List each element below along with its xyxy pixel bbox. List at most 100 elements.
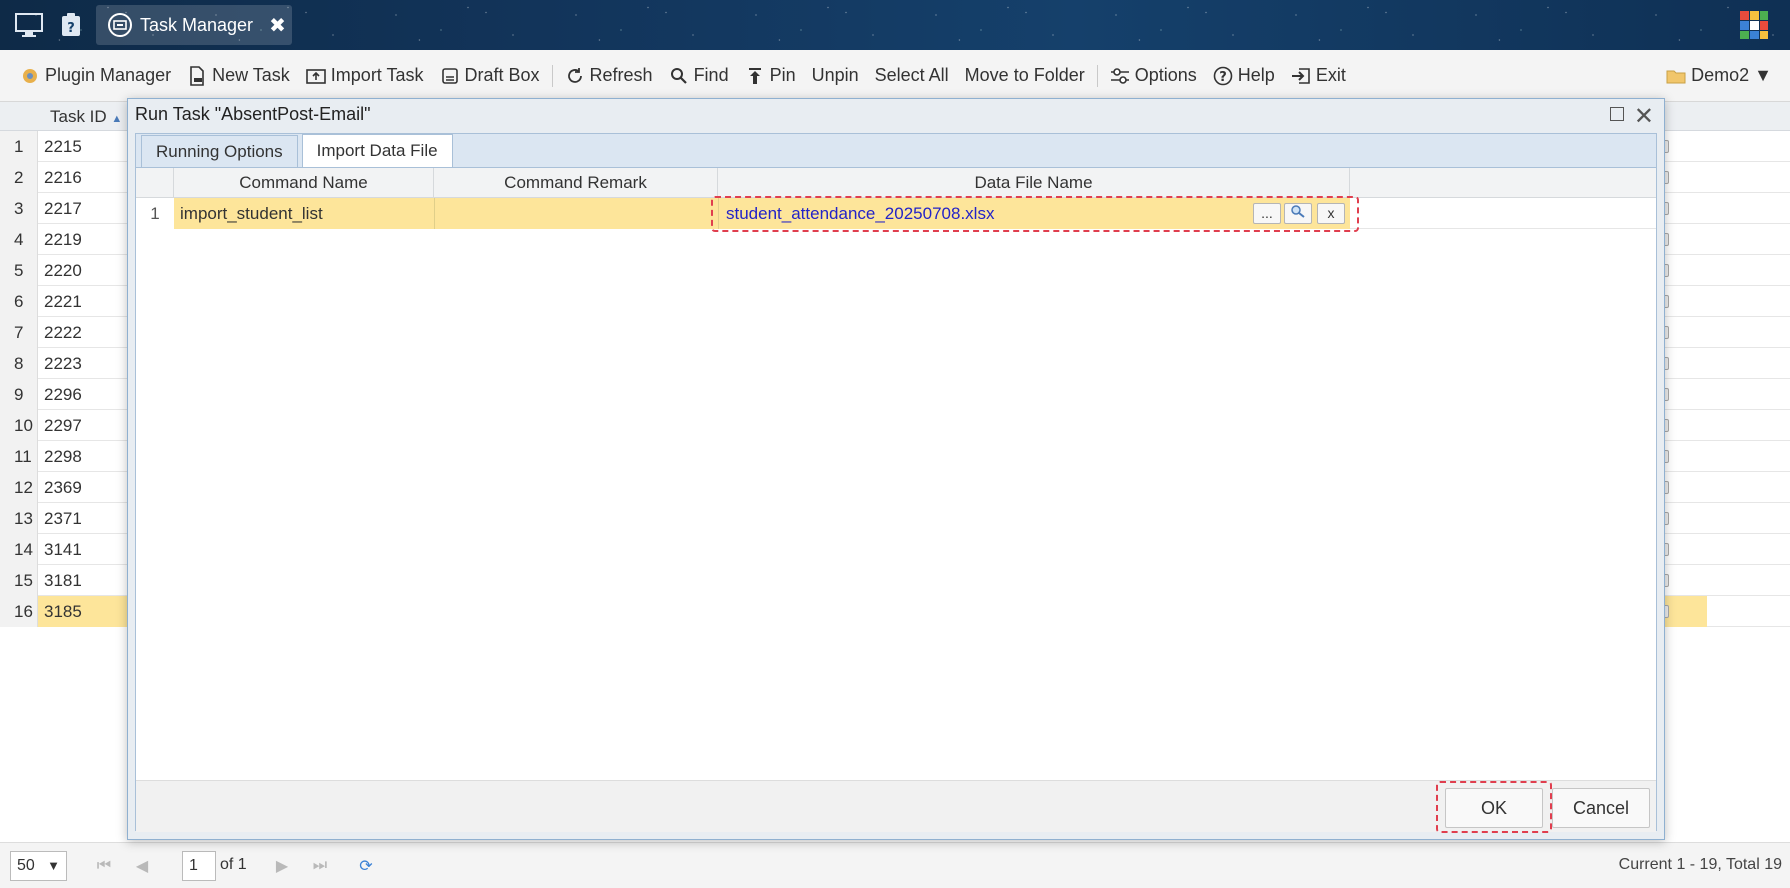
command-remark-header[interactable]: Command Remark: [434, 168, 718, 198]
pin-icon: [745, 66, 765, 86]
row-number-header: [136, 168, 174, 198]
pin-label: Pin: [769, 65, 796, 85]
task-id-cell[interactable]: 2220: [38, 255, 130, 286]
task-id-cell[interactable]: 2297: [38, 410, 130, 441]
plugin-icon: [20, 66, 40, 86]
options-label: Options: [1134, 65, 1197, 85]
options-icon: [1110, 66, 1130, 86]
unpin-label: Unpin: [811, 65, 859, 85]
pin-button[interactable]: Pin: [737, 58, 804, 94]
help-button[interactable]: ? Help: [1205, 58, 1283, 94]
import-task-label: Import Task: [330, 65, 424, 85]
refresh-icon: [565, 66, 585, 86]
task-id-cell[interactable]: 2371: [38, 503, 130, 534]
user-menu[interactable]: Demo2 ▼: [1658, 58, 1780, 94]
cancel-button[interactable]: Cancel: [1552, 788, 1650, 828]
draft-box-button[interactable]: Draft Box: [432, 58, 548, 94]
row-number: 4: [0, 224, 38, 255]
task-help-icon[interactable]: ?: [56, 10, 86, 40]
prev-page-icon[interactable]: ◀: [132, 856, 152, 876]
task-id-cell[interactable]: 3185: [38, 596, 130, 627]
chevron-down-icon: ▼: [47, 858, 60, 873]
task-id-cell[interactable]: 2219: [38, 224, 130, 255]
refresh-button[interactable]: Refresh: [557, 58, 661, 94]
next-page-icon[interactable]: ▶: [272, 856, 292, 876]
task-id-cell[interactable]: 3141: [38, 534, 130, 565]
svg-text:?: ?: [1219, 70, 1227, 85]
options-button[interactable]: Options: [1102, 58, 1205, 94]
row-number: 10: [0, 410, 38, 441]
maximize-icon[interactable]: [1610, 107, 1624, 121]
task-id-cell[interactable]: 2217: [38, 193, 130, 224]
find-button[interactable]: Find: [661, 58, 737, 94]
task-manager-tab[interactable]: Task Manager ✖: [96, 5, 292, 45]
exit-icon: [1291, 66, 1311, 86]
help-icon: ?: [1213, 66, 1233, 86]
page-size-select[interactable]: 50 ▼: [10, 851, 67, 881]
close-icon[interactable]: ✕: [1634, 102, 1654, 131]
task-id-column-header[interactable]: Task ID ▲: [38, 102, 130, 131]
reload-icon[interactable]: ⟳: [356, 856, 376, 876]
row-number: 1: [136, 198, 174, 229]
toolbar-divider: [1096, 64, 1098, 87]
row-number: 11: [0, 441, 38, 472]
command-name-cell[interactable]: import_student_list: [174, 198, 434, 229]
select-all-label: Select All: [874, 65, 949, 85]
tab-running-options[interactable]: Running Options: [141, 135, 298, 167]
plugin-manager-button[interactable]: Plugin Manager: [12, 58, 179, 94]
task-id-cell[interactable]: 2298: [38, 441, 130, 472]
row-number: 12: [0, 472, 38, 503]
row-number: 15: [0, 565, 38, 596]
command-remark-cell[interactable]: [434, 198, 718, 229]
unpin-button[interactable]: Unpin: [804, 58, 867, 94]
svg-text:?: ?: [67, 21, 75, 36]
row-number: 14: [0, 534, 38, 565]
tab-import-data-file[interactable]: Import Data File: [301, 134, 453, 167]
dialog-tabs: Running Options Import Data File: [141, 134, 457, 167]
run-task-dialog: Run Task "AbsentPost-Email" ✕ Running Op…: [127, 98, 1665, 840]
import-icon: [305, 66, 326, 86]
folder-icon: [1666, 66, 1686, 86]
new-task-button[interactable]: New Task: [179, 58, 298, 94]
import-grid-header: Command Name Command Remark Data File Na…: [136, 168, 1656, 198]
plugin-manager-label: Plugin Manager: [45, 65, 172, 85]
import-task-button[interactable]: Import Task: [298, 58, 432, 94]
command-name-header[interactable]: Command Name: [174, 168, 434, 198]
highlight-ok-box: [1436, 781, 1552, 833]
row-number: 13: [0, 503, 38, 534]
selected-row-fill: [1663, 596, 1707, 627]
row-number: 6: [0, 286, 38, 317]
task-id-cell[interactable]: 2221: [38, 286, 130, 317]
task-id-cell[interactable]: 2223: [38, 348, 130, 379]
task-id-cell[interactable]: 2216: [38, 162, 130, 193]
task-id-cell[interactable]: 3181: [38, 565, 130, 596]
new-task-label: New Task: [212, 65, 290, 85]
tab-close-icon[interactable]: ✖: [269, 13, 286, 38]
main-toolbar: Plugin Manager New Task Import Task Draf…: [0, 50, 1790, 102]
sort-asc-icon: ▲: [111, 113, 123, 125]
app-logo: [1738, 9, 1770, 41]
page-number-input[interactable]: 1: [182, 851, 216, 881]
data-file-name-header[interactable]: Data File Name: [718, 168, 1350, 198]
pager-bar: 50 ▼ ⏮ ◀ 1 of 1 ▶ ⏭ ⟳ Current 1 - 19, To…: [0, 842, 1790, 888]
desktop-icon[interactable]: [14, 10, 44, 40]
exit-button[interactable]: Exit: [1283, 58, 1354, 94]
move-to-folder-button[interactable]: Move to Folder: [957, 58, 1093, 94]
dialog-title: Run Task "AbsentPost-Email": [135, 104, 371, 124]
row-number: 7: [0, 317, 38, 348]
draft-icon: [440, 66, 460, 86]
select-all-button[interactable]: Select All: [867, 58, 957, 94]
dialog-body: Running Options Import Data File Command…: [135, 133, 1657, 833]
toolbar-divider: [551, 64, 553, 87]
row-number: 2: [0, 162, 38, 193]
task-id-cell[interactable]: 2215: [38, 131, 130, 162]
last-page-icon[interactable]: ⏭: [310, 856, 330, 876]
first-page-icon[interactable]: ⏮: [94, 856, 114, 876]
row-number: 8: [0, 348, 38, 379]
task-id-cell[interactable]: 2222: [38, 317, 130, 348]
task-id-cell[interactable]: 2369: [38, 472, 130, 503]
new-task-icon: [187, 65, 207, 86]
task-id-cell[interactable]: 2296: [38, 379, 130, 410]
import-data-panel: Command Name Command Remark Data File Na…: [136, 167, 1656, 833]
row-number: 1: [0, 131, 38, 162]
